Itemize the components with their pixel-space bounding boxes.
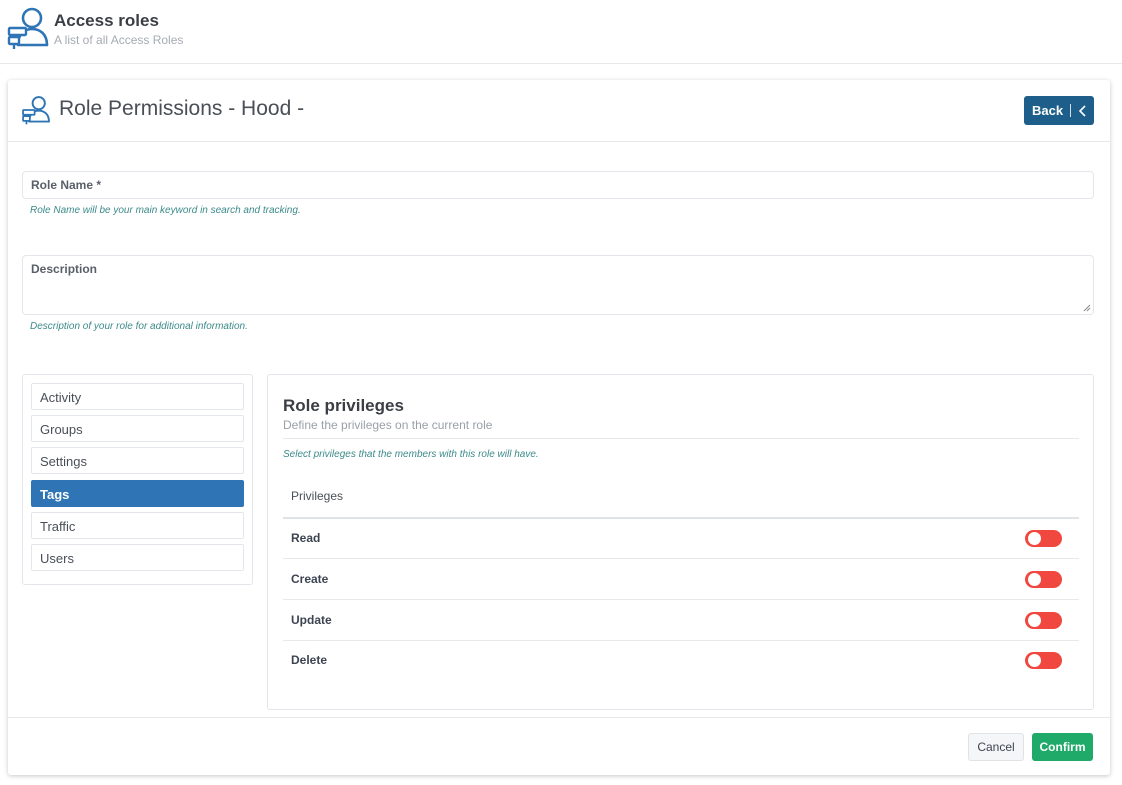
back-button-label: Back — [1032, 103, 1064, 118]
divider — [283, 438, 1079, 439]
privileges-column-header: Privileges — [291, 489, 344, 503]
cancel-button[interactable]: Cancel — [968, 733, 1024, 761]
privilege-label: Update — [291, 613, 332, 627]
privilege-row-read: Read — [283, 519, 1079, 559]
privileges-hint: Select privileges that the members with … — [283, 449, 539, 460]
page-header: Access roles A list of all Access Roles — [0, 0, 1122, 64]
description-hint: Description of your role for additional … — [30, 321, 248, 332]
privilege-label: Read — [291, 531, 321, 545]
page-title: Access roles — [54, 11, 159, 30]
confirm-button[interactable]: Confirm — [1032, 733, 1093, 761]
toggle-knob — [1028, 532, 1041, 545]
sidebar-item-users[interactable]: Users — [31, 544, 244, 571]
toggle-knob — [1028, 614, 1041, 627]
resize-handle-icon[interactable] — [1083, 304, 1091, 312]
card-title: Role Permissions - Hood - — [59, 97, 305, 120]
sidebar-item-settings[interactable]: Settings — [31, 447, 244, 474]
description-label: Description — [31, 262, 98, 276]
button-divider — [1070, 104, 1072, 117]
sidebar-item-traffic[interactable]: Traffic — [31, 512, 244, 539]
privileges-title: Role privileges — [283, 396, 404, 415]
user-roles-icon — [7, 7, 49, 49]
read-toggle[interactable] — [1025, 530, 1062, 547]
page-subtitle: A list of all Access Roles — [54, 33, 184, 47]
toggle-knob — [1028, 654, 1041, 667]
user-roles-icon — [22, 96, 50, 125]
card-header: Role Permissions - Hood - Back — [8, 80, 1110, 142]
role-privileges-panel: Role privileges Define the privileges on… — [267, 374, 1094, 710]
privilege-label: Delete — [291, 653, 328, 667]
privilege-row-create: Create — [283, 560, 1079, 600]
permission-category-list: Activity Groups Settings Tags Traffic Us… — [22, 374, 253, 585]
delete-toggle[interactable] — [1025, 652, 1062, 669]
sidebar-item-groups[interactable]: Groups — [31, 415, 244, 442]
privileges-subtitle: Define the privileges on the current rol… — [283, 418, 493, 432]
role-name-field[interactable]: Role Name * — [22, 171, 1094, 199]
sidebar-item-activity[interactable]: Activity — [31, 383, 244, 410]
role-permissions-card: Role Permissions - Hood - Back Role Name… — [8, 80, 1110, 775]
card-footer-divider — [8, 717, 1110, 718]
privilege-label: Create — [291, 572, 329, 586]
toggle-knob — [1028, 573, 1041, 586]
create-toggle[interactable] — [1025, 571, 1062, 588]
update-toggle[interactable] — [1025, 612, 1062, 629]
description-field[interactable]: Description — [22, 255, 1094, 315]
role-name-label: Role Name * — [31, 178, 102, 192]
sidebar-item-tags[interactable]: Tags — [31, 480, 244, 507]
privilege-row-delete: Delete — [283, 641, 1079, 681]
back-button[interactable]: Back — [1024, 96, 1094, 125]
role-name-hint: Role Name will be your main keyword in s… — [30, 205, 301, 216]
chevron-left-icon — [1079, 104, 1086, 117]
privilege-row-update: Update — [283, 601, 1079, 641]
